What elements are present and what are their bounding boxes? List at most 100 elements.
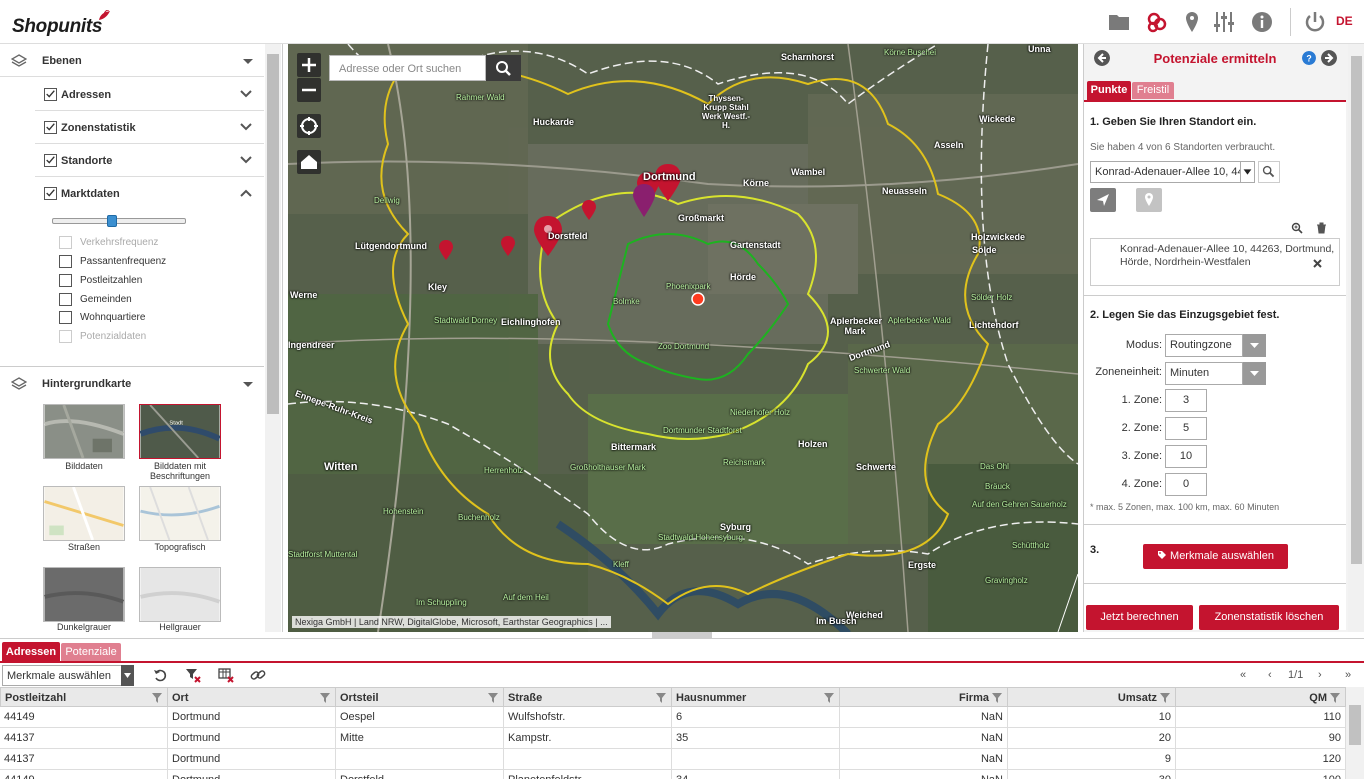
column-header[interactable]: Firma [840, 687, 1008, 707]
power-icon[interactable] [1303, 10, 1327, 34]
place-pin-button[interactable] [1136, 188, 1162, 212]
table-cell[interactable] [672, 749, 840, 770]
checkbox-wohnquartiere[interactable] [59, 311, 72, 324]
table-cell[interactable]: 90 [1176, 728, 1346, 749]
table-cell[interactable]: NaN [840, 728, 1008, 749]
filter-icon[interactable] [1330, 693, 1340, 703]
folder-icon[interactable] [1107, 10, 1131, 34]
address-input[interactable]: Konrad-Adenauer-Allee 10, 442 [1090, 161, 1248, 183]
checkbox-postleitzahlen[interactable] [59, 274, 72, 287]
layer-standorte[interactable]: Standorte [35, 144, 264, 177]
help-icon[interactable]: ? [1302, 51, 1316, 65]
clear-zone-stats-button[interactable]: Zonenstatistik löschen [1199, 605, 1339, 630]
opacity-slider-track[interactable] [52, 218, 186, 224]
filter-icon[interactable] [656, 693, 666, 703]
table-cell[interactable]: 120 [1176, 749, 1346, 770]
feature-select-dropdown[interactable] [121, 665, 134, 686]
basemap-thumb-strassen[interactable] [43, 486, 125, 541]
chevron-up-icon[interactable] [240, 189, 252, 197]
filter-icon[interactable] [320, 693, 330, 703]
trash-icon[interactable] [1316, 222, 1327, 234]
layer-marktdaten[interactable]: Marktdaten [35, 177, 264, 210]
filter-icon[interactable] [1160, 693, 1170, 703]
table-cell[interactable]: Dorstfeld [336, 770, 504, 779]
table-cell[interactable]: 30 [1008, 770, 1176, 779]
column-header[interactable]: Ort [168, 687, 336, 707]
table-cell[interactable]: NaN [840, 749, 1008, 770]
unit-select[interactable]: Minuten [1165, 362, 1243, 385]
chevron-down-icon[interactable] [240, 156, 252, 164]
table-cell[interactable]: 44149 [0, 770, 168, 779]
table-cell[interactable]: 35 [672, 728, 840, 749]
table-cell[interactable]: Mitte [336, 728, 504, 749]
tab-punkte[interactable]: Punkte [1087, 81, 1131, 100]
location-pin-icon[interactable] [1180, 10, 1204, 34]
address-dropdown-button[interactable] [1240, 161, 1255, 183]
table-cell[interactable]: 10 [1008, 707, 1176, 728]
column-header[interactable]: Umsatz [1008, 687, 1176, 707]
chevron-down-icon[interactable] [240, 90, 252, 98]
panel-scrollbar-thumb[interactable] [1351, 56, 1362, 564]
feature-select[interactable]: Merkmale auswählen [2, 665, 122, 686]
basemap-header[interactable]: Hintergrundkarte [0, 367, 264, 400]
basemap-thumb-dunkelgrauer[interactable] [43, 567, 125, 622]
table-cell[interactable]: 44149 [0, 707, 168, 728]
column-header[interactable]: Straße [504, 687, 672, 707]
clear-table-icon[interactable] [218, 667, 234, 683]
tab-adressen[interactable]: Adressen [2, 642, 60, 661]
next-page-button[interactable]: › [1318, 669, 1322, 681]
prev-page-button[interactable]: ‹ [1268, 669, 1272, 681]
zoom-in-button[interactable] [297, 53, 321, 77]
table-cell[interactable]: NaN [840, 770, 1008, 779]
basemap-thumb-hellgrauer[interactable] [139, 567, 221, 622]
basemap-thumb-bilddaten[interactable] [43, 404, 125, 459]
table-cell[interactable]: 6 [672, 707, 840, 728]
tab-potenziale[interactable]: Potenziale [61, 643, 121, 661]
address-search-button[interactable] [1258, 161, 1280, 183]
table-cell[interactable]: Oespel [336, 707, 504, 728]
table-scrollbar-thumb[interactable] [1349, 705, 1361, 745]
table-cell[interactable]: 44137 [0, 749, 168, 770]
table-cell[interactable]: Dortmund [168, 707, 336, 728]
basemap-thumb-topografisch[interactable] [139, 486, 221, 541]
table-cell[interactable]: Kampstr. [504, 728, 672, 749]
table-cell[interactable] [504, 749, 672, 770]
map-search-input[interactable]: Adresse oder Ort suchen [329, 55, 486, 81]
sidebar-scrollbar-thumb[interactable] [267, 54, 279, 414]
opacity-slider-handle[interactable] [107, 215, 118, 227]
sliders-icon[interactable] [1212, 10, 1236, 34]
table-cell[interactable]: 110 [1176, 707, 1346, 728]
calculate-button[interactable]: Jetzt berechnen [1086, 605, 1193, 630]
info-icon[interactable] [1250, 10, 1274, 34]
navigate-button[interactable] [1090, 188, 1116, 212]
checkbox-gemeinden[interactable] [59, 293, 72, 306]
table-cell[interactable]: Dortmund [168, 770, 336, 779]
column-header[interactable]: Ortsteil [336, 687, 504, 707]
table-cell[interactable]: NaN [840, 707, 1008, 728]
column-header[interactable]: Hausnummer [672, 687, 840, 707]
zone4-input[interactable]: 0 [1165, 473, 1207, 496]
modus-dropdown-button[interactable] [1243, 334, 1266, 357]
language-switch[interactable]: DE [1336, 14, 1353, 28]
checkbox-passantenfrequenz[interactable] [59, 255, 72, 268]
layer-adressen[interactable]: Adressen [35, 78, 264, 111]
chevron-down-icon[interactable] [240, 123, 252, 131]
layer-checkbox[interactable] [44, 88, 57, 101]
table-cell[interactable]: Planetenfeldstr. [504, 770, 672, 779]
first-page-button[interactable]: « [1240, 669, 1246, 681]
filter-icon[interactable] [152, 693, 162, 703]
unit-dropdown-button[interactable] [1243, 362, 1266, 385]
modus-select[interactable]: Routingzone [1165, 334, 1243, 357]
app-logo[interactable]: Shopunits [12, 16, 102, 38]
clear-filter-icon[interactable] [185, 667, 201, 683]
map-view[interactable]: Adresse oder Ort suchen Dortmund Witten … [288, 44, 1078, 632]
basemap-thumb-bilddaten-beschriftungen[interactable]: Stadt [139, 404, 221, 459]
table-cell[interactable]: 100 [1176, 770, 1346, 779]
column-header[interactable]: QM [1176, 687, 1346, 707]
zone1-input[interactable]: 3 [1165, 389, 1207, 412]
zone2-input[interactable]: 5 [1165, 417, 1207, 440]
table-cell[interactable]: 20 [1008, 728, 1176, 749]
tab-freistil[interactable]: Freistil [1132, 82, 1174, 99]
hexagon-network-icon[interactable] [1145, 10, 1169, 34]
link-icon[interactable] [250, 667, 266, 683]
